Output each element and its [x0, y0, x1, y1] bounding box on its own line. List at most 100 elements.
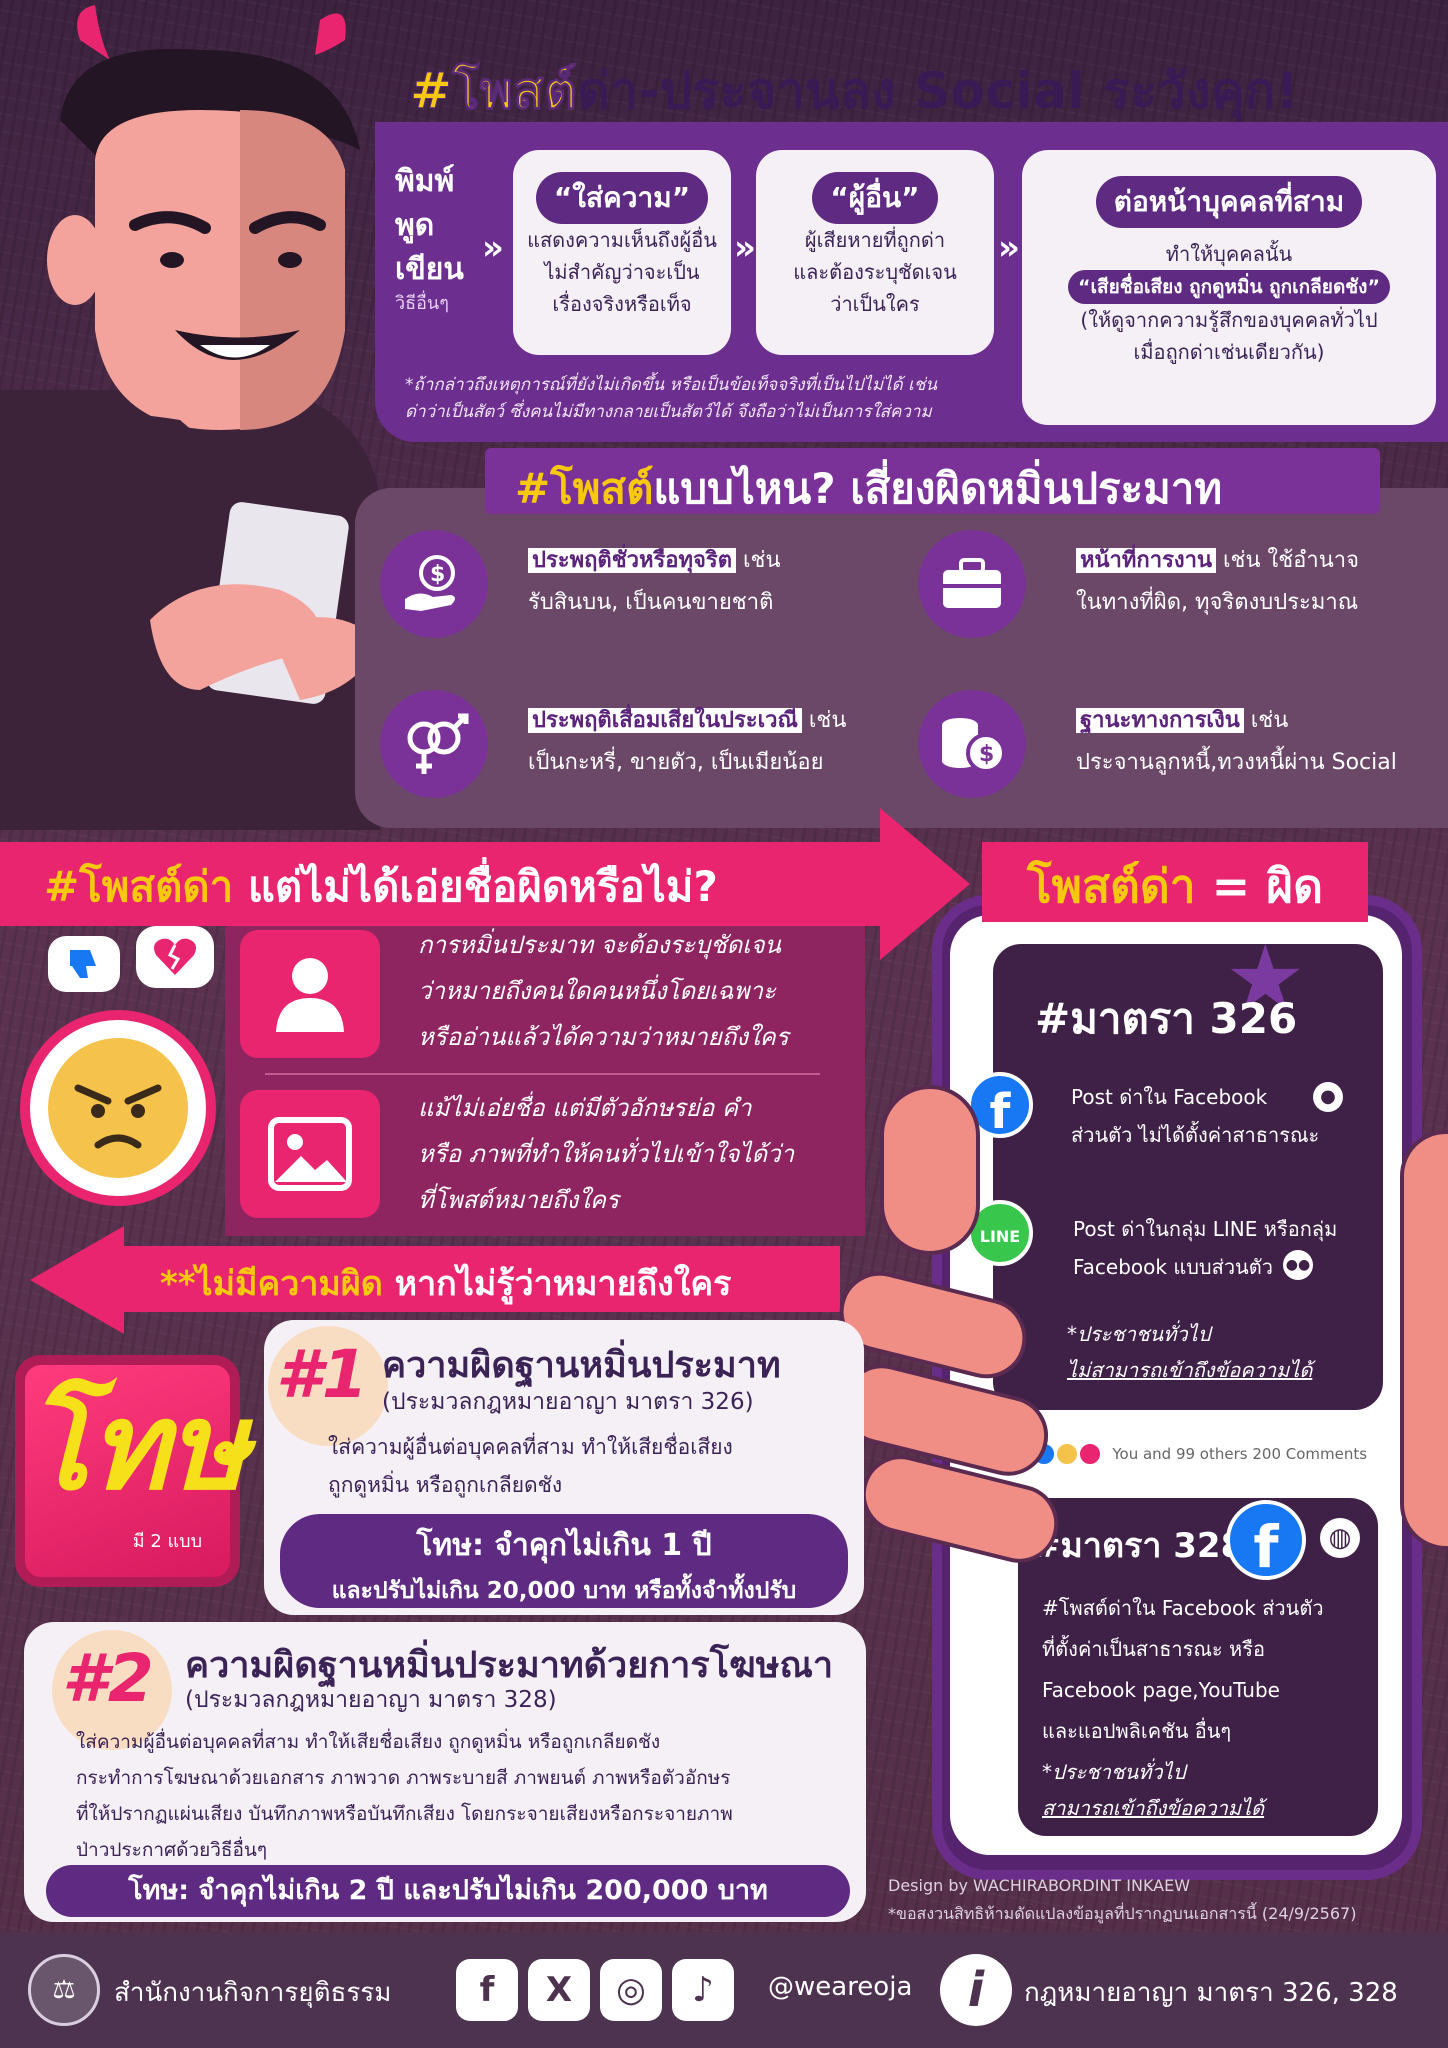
not-guilty-banner: **ไม่มีความผิด หากไม่รู้ว่าหมายถึงใคร [120, 1246, 840, 1312]
risk-item-corruption-example: รับสินบน, เป็นคนขายชาติ [528, 590, 774, 615]
section-328-line2: ที่ตั้งค่าเป็นสาธารณะ หรือ [1042, 1637, 1265, 1661]
card-third-party-effect: “เสียชื่อเสียง ถูกดูหมิ่น ถูกเกลียดชัง” [1068, 270, 1390, 304]
penalty-2-desc: ใส่ความผู้อื่นต่อบุคคลที่สาม ทำให้เสียชื… [76, 1724, 856, 1868]
dislike-bubble [48, 936, 120, 992]
card-others-line2: และต้องระบุชัดเจน [793, 260, 957, 284]
risk-item-finance: ฐานะทางการเงิน เช่น ประจานลูกหนี้,ทวงหนี… [1076, 700, 1397, 784]
card-defame-line1: แสดงความเห็นถึงผู้อื่น [527, 228, 717, 252]
section-328-note: *ประชาชนทั่วไป สามารถเข้าถึงข้อความได้ [1042, 1754, 1264, 1826]
coins-icon: $ [918, 690, 1026, 798]
verbs-list: พิมพ์ พูด เขียน วิธีอื่นๆ [395, 160, 487, 316]
penalty-icon-sub: มี 2 แบบ [132, 1531, 202, 1552]
social-handle[interactable]: @weareoja [768, 1972, 912, 2002]
globe-icon: ◍ [1320, 1518, 1360, 1558]
section-326-title: #มาตรา 326 [1035, 994, 1298, 1043]
no-name-question-banner: #โพสต์ด่า แต่ไม่ได้เอ่ยชื่อผิดหรือไม่? [0, 842, 900, 926]
thumbs-down-icon [70, 950, 96, 978]
penalty-2-desc-line4: ป่าวประกาศด้วยวิธีอื่นๆ [76, 1839, 268, 1861]
group-icon: ●● [1283, 1250, 1313, 1280]
section-328-list: #โพสต์ด่าใน Facebook ส่วนตัว ที่ตั้งค่าเ… [1042, 1588, 1324, 1752]
broken-heart-icon [154, 938, 196, 975]
title-text: ด่า-ประจานลง Social ระวังคุก! [577, 62, 1300, 120]
briefcase-icon [918, 530, 1026, 638]
mid-question: แต่ไม่ได้เอ่ยชื่อผิดหรือไม่? [233, 862, 718, 911]
tiktok-icon[interactable]: ♪ [672, 1959, 734, 2021]
risk-item-sexual-tail: เช่น [801, 708, 847, 733]
facebook-icon[interactable]: f [456, 1959, 518, 2021]
phone-header-eq: = ผิด [1195, 859, 1324, 913]
risk-item-corruption: ประพฤติชั่วหรือทุจริต เช่น รับสินบน, เป็… [528, 540, 781, 624]
section-326-item1-line2: ส่วนตัว ไม่ได้ตั้งค่าสาธารณะ [1071, 1123, 1320, 1147]
explain-text-initials: แม้ไม่เอ่ยชื่อ แต่มีตัวอักษรย่อ คำ หรือ … [418, 1085, 794, 1223]
penalty-1-desc-line2: ถูกดูหมิ่น หรือถูกเกลียดชัง [328, 1473, 563, 1497]
image-icon [240, 1090, 380, 1218]
section-326-item1-line1: Post ด่าใน Facebook [1071, 1085, 1268, 1109]
verb-write: เขียน [395, 252, 464, 287]
line-app-label: LINE [979, 1227, 1021, 1246]
risk-item-work-tail: เช่น ใช้อำนาจ [1216, 548, 1360, 573]
card-defame-line2: ไม่สำคัญว่าจะเป็น [544, 260, 700, 284]
verb-type: พิมพ์ [395, 164, 455, 199]
note-line1: *ถ้ากล่าวถึงเหตุการณ์ที่ยังไม่เกิดขึ้น ห… [405, 375, 938, 395]
penalty-2-sentence: โทษ: จำคุกไม่เกิน 2 ปี และปรับไม่เกิน 20… [46, 1865, 850, 1917]
risk-item-finance-tail: เช่น [1243, 708, 1289, 733]
angry-face-icon [20, 1010, 216, 1206]
broken-heart-bubble [136, 926, 214, 988]
org-name: สำนักงานกิจการยุติธรรม [114, 1978, 392, 2008]
risk-item-corruption-tail: เช่น [736, 548, 781, 573]
explain1-line3: หรืออ่านแล้วได้ความว่าหมายถึงใคร [418, 1023, 789, 1051]
risk-title-text: แบบไหน? เสี่ยงผิดหมิ่นประมาท [653, 464, 1223, 513]
penalty-1-number: #1 [276, 1336, 368, 1413]
person-icon [240, 930, 380, 1058]
card-defame-line3: เรื่องจริงหรือเท็จ [552, 292, 692, 316]
card-others-title: “ผู้อื่น” [812, 172, 938, 224]
card-others: “ผู้อื่น” ผู้เสียหายที่ถูกด่า และต้องระบ… [756, 150, 994, 355]
risk-item-finance-example: ประจานลูกหนี้,ทวงหนี้ผ่าน Social [1076, 750, 1397, 775]
section-326-note-line1: *ประชาชนทั่วไป [1067, 1322, 1211, 1346]
card-third-party-line1: ทำให้บุคคลนั้น [1165, 242, 1293, 266]
penalty-1-desc-line1: ใส่ความผู้อื่นต่อบุคคลที่สาม ทำให้เสียชื… [328, 1435, 733, 1459]
arrow-left-icon [30, 1226, 124, 1334]
reaction-summary: You and 99 others 200 Comments [1112, 1444, 1368, 1463]
section-326-item2-line1: Post ด่าในกลุ่ม LINE หรือกลุ่ม [1073, 1217, 1338, 1241]
person-icon: ● [1313, 1082, 1343, 1112]
reaction-bar[interactable]: You and 99 others 200 Comments [1032, 1442, 1367, 1466]
verb-other: วิธีอื่นๆ [395, 293, 449, 314]
facebook-icon: f [1226, 1500, 1306, 1581]
risk-item-work: หน้าที่การงาน เช่น ใช้อำนาจ ในทางที่ผิด,… [1076, 540, 1359, 624]
section-328-note-line2: สามารถเข้าถึงข้อความได้ [1042, 1796, 1265, 1820]
instagram-icon[interactable]: ◎ [600, 1959, 662, 2021]
explain1-line2: ว่าหมายถึงคนใดคนหนึ่งโดยเฉพาะ [418, 977, 776, 1005]
penalty-2-desc-line3: ที่ให้ปรากฏแผ่นเสียง บันทึกภาพหรือบันทึก… [76, 1803, 733, 1825]
penalty-2-desc-line1: ใส่ความผู้อื่นต่อบุคคลที่สาม ทำให้เสียชื… [76, 1731, 661, 1753]
title-hashtag: #โพสต์ [409, 62, 578, 121]
explain2-line1: แม้ไม่เอ่ยชื่อ แต่มีตัวอักษรย่อ คำ [418, 1094, 752, 1122]
penalty-1-sub: (ประมวลกฎหมายอาญา มาตรา 326) [382, 1389, 754, 1415]
card-third-party: ต่อหน้าบุคคลที่สาม ทำให้บุคคลนั้น “เสียช… [1022, 150, 1436, 425]
money-hand-icon: $ [380, 530, 488, 638]
section-326-note: *ประชาชนทั่วไป ไม่สามารถเข้าถึงข้อความได… [1067, 1316, 1312, 1388]
section-328-line1: #โพสต์ด่าใน Facebook ส่วนตัว [1042, 1596, 1324, 1620]
chevron-right-icon: » [998, 228, 1020, 268]
risk-title-hashtag: #โพสต์ [515, 464, 654, 513]
not-guilty-highlight: **ไม่มีความผิด [160, 1264, 383, 1304]
section-328-title: #มาตรา 328 [1032, 1526, 1245, 1566]
risk-item-finance-head: ฐานะทางการเงิน [1076, 708, 1244, 733]
svg-text:$: $ [430, 562, 445, 587]
penalty-1-sentence: โทษ: จำคุกไม่เกิน 1 ปี และปรับไม่เกิน 20… [280, 1514, 848, 1608]
hand-palm [1400, 1130, 1448, 1550]
card-others-line3: ว่าเป็นใคร [830, 292, 920, 316]
explain2-line3: ที่โพสต์หมายถึงใคร [418, 1186, 619, 1214]
risk-item-corruption-head: ประพฤติชั่วหรือทุจริต [528, 548, 737, 573]
wow-icon [1054, 1442, 1079, 1466]
rights-note: *ขอสงวนสิทธิห้ามดัดแปลงข้อมูลที่ปรากฏบนเ… [888, 1904, 1357, 1923]
footer: ⚖ สำนักงานกิจการยุติธรรม f X ◎ ♪ @weareo… [0, 1932, 1448, 2048]
verb-speak: พูด [395, 208, 435, 243]
x-icon[interactable]: X [528, 1959, 590, 2021]
risk-item-sexual-example: เป็นกะหรี่, ขายตัว, เป็นเมียน้อย [528, 750, 824, 775]
card-defame: “ใส่ความ” แสดงความเห็นถึงผู้อื่น ไม่สำคั… [513, 150, 731, 355]
risk-title: #โพสต์แบบไหน? เสี่ยงผิดหมิ่นประมาท [485, 448, 1380, 514]
not-guilty-text: หากไม่รู้ว่าหมายถึงใคร [382, 1264, 732, 1304]
explain-text-specific: การหมิ่นประมาท จะต้องระบุชัดเจน ว่าหมายถ… [418, 922, 789, 1060]
section-328-line3: Facebook page,YouTube [1042, 1678, 1280, 1702]
